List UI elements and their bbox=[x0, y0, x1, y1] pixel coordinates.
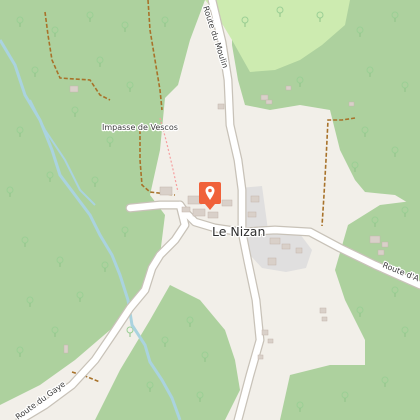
label-impasse-de-vescos: Impasse de Vescos bbox=[102, 123, 178, 132]
place-label-le-nizan: Le Nizan bbox=[212, 224, 265, 239]
map-svg[interactable]: Route du Moulin Impasse de Vescos Route … bbox=[0, 0, 420, 420]
forest-area-south-east bbox=[280, 365, 420, 420]
map-canvas[interactable]: Route du Moulin Impasse de Vescos Route … bbox=[0, 0, 420, 420]
road-impasse-de-vescos[interactable] bbox=[126, 201, 184, 212]
